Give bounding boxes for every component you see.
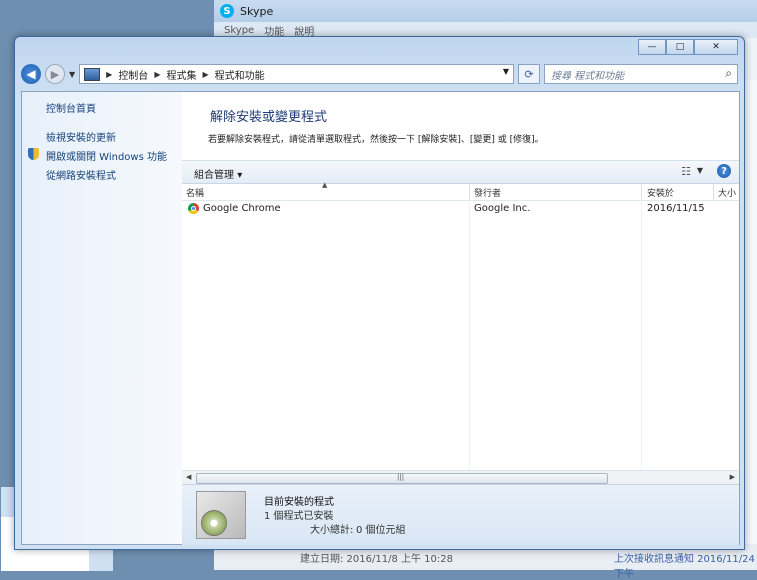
scroll-right-icon[interactable]: ▶ bbox=[730, 473, 735, 481]
address-field[interactable]: ▶ 控制台 ▶ 程式集 ▶ 程式和功能 ▼ bbox=[79, 64, 514, 84]
column-header-name[interactable]: 名稱 bbox=[186, 186, 204, 199]
address-bar: ◀ ▶ ▼ ▶ 控制台 ▶ 程式集 ▶ 程式和功能 ▼ ⟳ 搜尋 程式和功能 ⌕ bbox=[21, 63, 738, 85]
breadcrumb-programs[interactable]: 程式集 bbox=[166, 67, 196, 82]
details-program-count: 1 個程式已安裝 bbox=[264, 511, 334, 522]
table-row[interactable]: Google Chrome Google Inc. 2016/11/15 bbox=[182, 200, 739, 218]
scroll-left-icon[interactable]: ◀ bbox=[186, 473, 191, 481]
address-dropdown-icon[interactable]: ▼ bbox=[503, 67, 509, 76]
details-pane: 目前安裝的程式 1 個程式已安裝 大小總計: 0 個位元組 bbox=[182, 484, 739, 545]
sidebar-link-windows-features[interactable]: 開啟或關閉 Windows 功能 bbox=[46, 148, 167, 163]
organize-button[interactable]: 組合管理 ▾ bbox=[194, 166, 242, 181]
details-title: 目前安裝的程式 bbox=[264, 497, 334, 508]
command-bar: 組合管理 ▾ ☷ ▼ ? bbox=[182, 160, 739, 184]
content-area: 控制台首頁 檢視安裝的更新 開啟或關閉 Windows 功能 從網路安裝程式 解… bbox=[21, 91, 740, 545]
breadcrumb-separator-icon[interactable]: ▶ bbox=[154, 70, 160, 79]
view-options-icon[interactable]: ☷ bbox=[681, 165, 691, 178]
horizontal-scrollbar[interactable]: ◀ ||| ▶ bbox=[182, 470, 739, 485]
skype-last-notice: 上次接收訊息通知 2016/11/24 下午 bbox=[614, 554, 755, 580]
close-button[interactable]: ✕ bbox=[694, 39, 738, 55]
back-arrow-icon: ◀ bbox=[26, 67, 36, 81]
column-gridline bbox=[641, 200, 642, 470]
row-publisher: Google Inc. bbox=[474, 203, 531, 214]
search-input[interactable]: 搜尋 程式和功能 ⌕ bbox=[544, 64, 738, 84]
refresh-button[interactable]: ⟳ bbox=[518, 64, 540, 84]
control-panel-icon bbox=[84, 67, 101, 81]
row-name: Google Chrome bbox=[203, 203, 281, 214]
scrollbar-thumb[interactable]: ||| bbox=[196, 473, 608, 484]
column-header-size[interactable]: 大小 bbox=[718, 186, 736, 199]
help-icon[interactable]: ? bbox=[717, 164, 731, 178]
details-size-label: 大小總計: bbox=[310, 525, 354, 536]
column-header-publisher[interactable]: 發行者 bbox=[474, 186, 501, 199]
skype-title: Skype bbox=[240, 4, 274, 18]
sort-ascending-icon: ▲ bbox=[322, 181, 328, 189]
disc-icon bbox=[201, 510, 227, 536]
installed-programs-icon bbox=[196, 491, 246, 539]
details-size-value: 0 個位元組 bbox=[356, 525, 406, 536]
chrome-icon bbox=[188, 203, 199, 214]
page-description: 若要解除安裝程式，請從清單選取程式，然後按一下 [解除安裝]、[變更] 或 [修… bbox=[208, 135, 544, 145]
breadcrumb-separator-icon[interactable]: ▶ bbox=[202, 70, 208, 79]
sidebar-link-install-from-network[interactable]: 從網路安裝程式 bbox=[46, 167, 116, 182]
row-installed-on: 2016/11/15 bbox=[647, 203, 705, 214]
refresh-icon: ⟳ bbox=[524, 67, 534, 81]
programs-and-features-window: — □ ✕ ◀ ▶ ▼ ▶ 控制台 ▶ 程式集 ▶ 程式和功能 ▼ ⟳ 搜尋 程… bbox=[14, 36, 745, 550]
skype-icon: S bbox=[220, 4, 234, 18]
page-title: 解除安裝或變更程式 bbox=[210, 110, 328, 125]
forward-button[interactable]: ▶ bbox=[45, 64, 65, 84]
main-pane: 解除安裝或變更程式 若要解除安裝程式，請從清單選取程式，然後按一下 [解除安裝]… bbox=[182, 92, 739, 545]
minimize-button[interactable]: — bbox=[638, 39, 666, 55]
column-gridline bbox=[469, 200, 470, 470]
skype-title-bar: S Skype bbox=[214, 0, 757, 22]
recent-pages-dropdown-icon[interactable]: ▼ bbox=[69, 70, 75, 79]
task-pane: 控制台首頁 檢視安裝的更新 開啟或關閉 Windows 功能 從網路安裝程式 bbox=[22, 92, 182, 544]
skype-created-date: 建立日期: 2016/11/8 上午 10:28 bbox=[300, 554, 453, 565]
sidebar-link-view-updates[interactable]: 檢視安裝的更新 bbox=[46, 129, 116, 144]
breadcrumb-separator-icon[interactable]: ▶ bbox=[106, 70, 112, 79]
sidebar-link-control-panel-home[interactable]: 控制台首頁 bbox=[46, 100, 96, 115]
back-button[interactable]: ◀ bbox=[21, 64, 41, 84]
column-header-row: ▲ 名稱 發行者 安裝於 大小 bbox=[182, 181, 739, 201]
view-dropdown-icon[interactable]: ▼ bbox=[697, 166, 703, 175]
skype-menu-skype[interactable]: Skype bbox=[224, 25, 254, 36]
organize-label: 組合管理 bbox=[194, 170, 234, 181]
maximize-button[interactable]: □ bbox=[666, 39, 694, 55]
search-placeholder: 搜尋 程式和功能 bbox=[551, 70, 625, 82]
caption-buttons: — □ ✕ bbox=[638, 39, 738, 55]
breadcrumb-control-panel[interactable]: 控制台 bbox=[118, 67, 148, 82]
search-icon[interactable]: ⌕ bbox=[725, 66, 732, 81]
column-header-installed-on[interactable]: 安裝於 bbox=[647, 186, 674, 199]
uac-shield-icon bbox=[28, 148, 39, 160]
forward-arrow-icon: ▶ bbox=[50, 67, 60, 81]
breadcrumb-programs-and-features[interactable]: 程式和功能 bbox=[215, 67, 265, 82]
chevron-down-icon: ▾ bbox=[237, 170, 243, 181]
column-divider[interactable] bbox=[713, 184, 714, 200]
column-divider[interactable] bbox=[469, 184, 470, 200]
scrollbar-grip-icon: ||| bbox=[397, 473, 405, 481]
column-divider[interactable] bbox=[641, 184, 642, 200]
